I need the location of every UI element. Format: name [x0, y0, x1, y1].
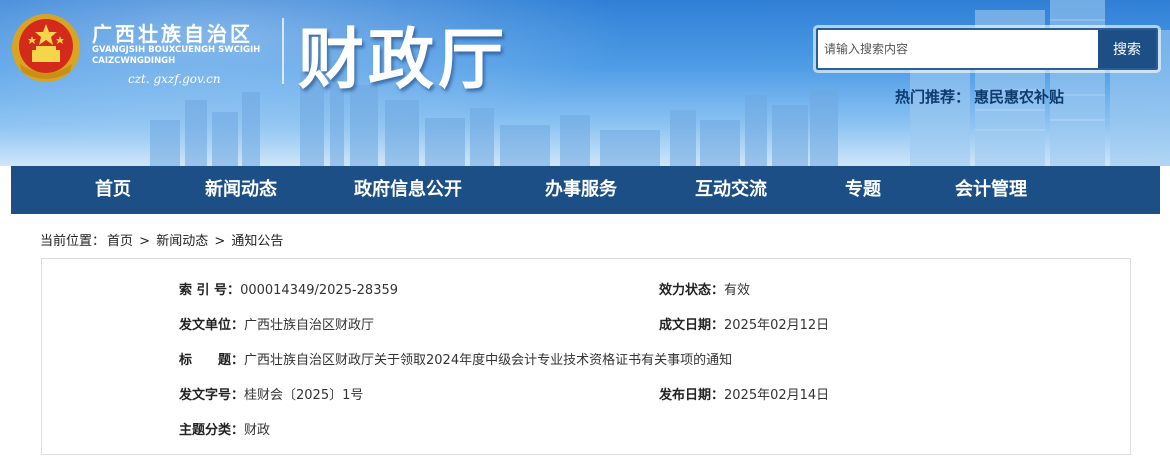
search-input[interactable] — [822, 34, 1094, 64]
field-value: 广西壮族自治区财政厅 — [244, 318, 375, 333]
field-value: 广西壮族自治区财政厅关于领取2024年度中级会计专业技术资格证书有关事项的通知 — [244, 353, 733, 368]
field-topic: 主题分类：财政 — [179, 419, 270, 438]
hot-search: 热门推荐： 惠民惠农补贴 — [895, 86, 1064, 107]
nav-item-accounting[interactable]: 会计管理 — [955, 166, 1027, 214]
field-title: 标 题：广西壮族自治区财政厅关于领取2024年度中级会计专业技术资格证书有关事项… — [179, 349, 732, 368]
field-label: 索 引 号： — [179, 283, 241, 298]
document-info-panel: 索 引 号：000014349/2025-28359 效力状态：有效 发文单位：… — [41, 258, 1131, 455]
field-index-number: 索 引 号：000014349/2025-28359 — [179, 279, 398, 298]
field-value: 2025年02月14日 — [724, 388, 830, 403]
field-value: 000014349/2025-28359 — [240, 283, 399, 298]
nav-item-topics[interactable]: 专题 — [845, 166, 881, 214]
field-value: 有效 — [724, 283, 751, 298]
breadcrumb-item-news[interactable]: 新闻动态 — [156, 234, 208, 249]
main-nav: 首页 新闻动态 政府信息公开 办事服务 互动交流 专题 会计管理 — [11, 166, 1160, 214]
breadcrumb-separator: > — [214, 234, 226, 249]
field-status: 效力状态：有效 — [659, 279, 750, 298]
field-value: 财政 — [244, 423, 271, 438]
field-label: 标 题： — [179, 353, 245, 368]
nav-item-interaction[interactable]: 互动交流 — [695, 166, 767, 214]
field-label: 发文字号： — [179, 388, 245, 403]
field-label: 效力状态： — [659, 283, 725, 298]
department-title: 财政厅 — [298, 20, 508, 98]
field-label: 成文日期： — [659, 318, 725, 333]
nav-item-services[interactable]: 办事服务 — [545, 166, 617, 214]
region-name-zhuang: GVANGJSIH BOUXCUENGH SWCIGIH CAIZCWNGDIN… — [92, 45, 261, 66]
title-divider — [282, 18, 284, 84]
field-written-date: 成文日期：2025年02月12日 — [659, 314, 829, 333]
search-box: 搜索 — [816, 28, 1158, 70]
nav-item-gov-info[interactable]: 政府信息公开 — [354, 166, 462, 214]
region-name: 广西壮族自治区 — [92, 22, 253, 46]
field-issuer: 发文单位：广西壮族自治区财政厅 — [179, 314, 374, 333]
field-value: 桂财会〔2025〕1号 — [244, 388, 364, 403]
hot-search-link[interactable]: 惠民惠农补贴 — [974, 88, 1064, 106]
field-label: 发布日期： — [659, 388, 725, 403]
field-document-number: 发文字号：桂财会〔2025〕1号 — [179, 384, 363, 403]
breadcrumb: 当前位置： 首页 > 新闻动态 > 通知公告 — [40, 230, 285, 249]
field-label: 主题分类： — [179, 423, 245, 438]
search-button[interactable]: 搜索 — [1098, 30, 1156, 68]
breadcrumb-prefix: 当前位置： — [40, 234, 106, 249]
national-emblem-icon — [12, 14, 80, 82]
site-domain: czt. gxzf.gov.cn — [128, 72, 221, 86]
field-publish-date: 发布日期：2025年02月14日 — [659, 384, 829, 403]
breadcrumb-separator: > — [139, 234, 151, 249]
breadcrumb-item-notices[interactable]: 通知公告 — [231, 234, 283, 249]
field-label: 发文单位： — [179, 318, 245, 333]
hot-search-label: 热门推荐： — [895, 88, 971, 106]
field-value: 2025年02月12日 — [724, 318, 830, 333]
header-banner: 广西壮族自治区 GVANGJSIH BOUXCUENGH SWCIGIH CAI… — [0, 0, 1170, 166]
nav-item-home[interactable]: 首页 — [95, 166, 131, 214]
breadcrumb-item-home[interactable]: 首页 — [107, 234, 133, 249]
nav-item-news[interactable]: 新闻动态 — [205, 166, 277, 214]
